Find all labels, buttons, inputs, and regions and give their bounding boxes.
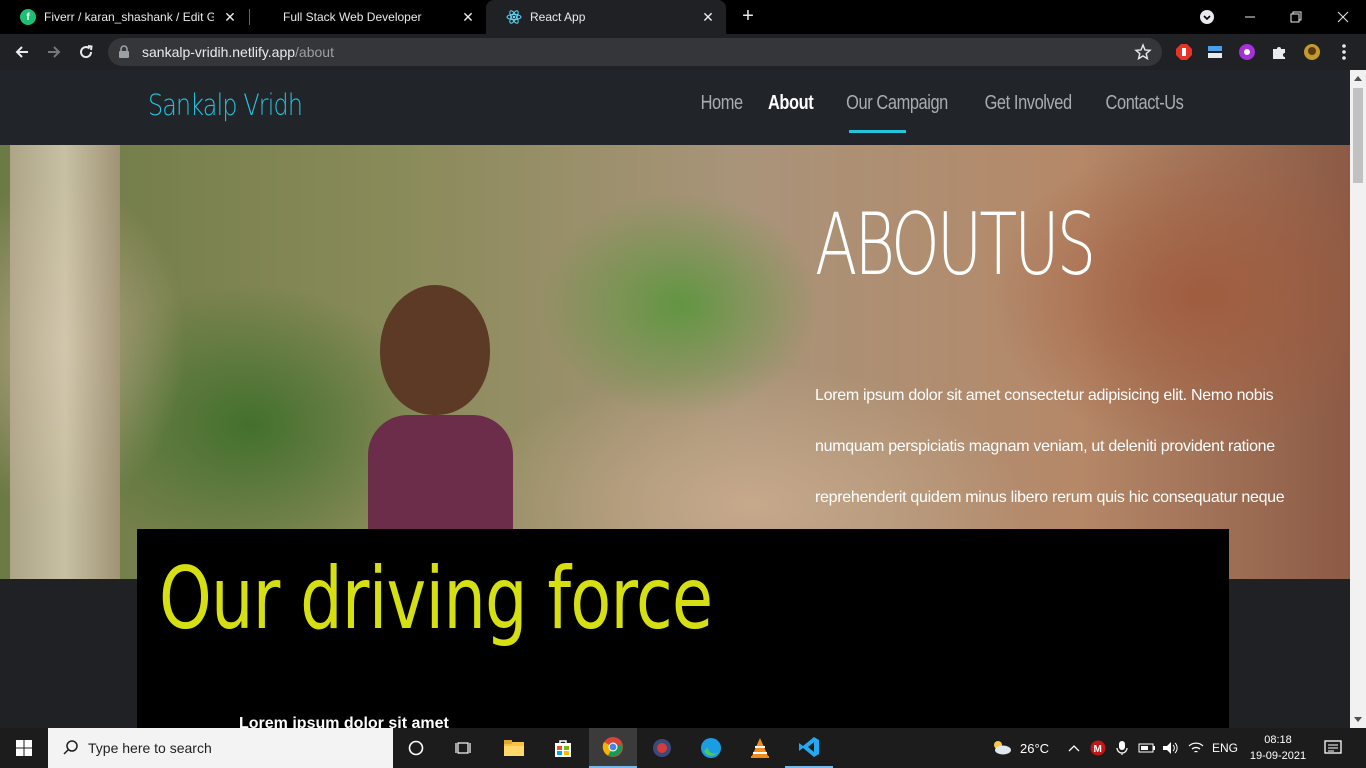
search-placeholder: Type here to search [88, 740, 212, 756]
windows-taskbar: Type here to search 26°C M ENG 08:18 19-… [0, 728, 1366, 768]
tab-title: React App [530, 10, 586, 24]
back-icon[interactable] [10, 40, 34, 64]
tab-title: Fiverr / karan_shashank / Edit Gig [44, 10, 214, 24]
driving-force-section: Our driving force Lorem ipsum dolor sit … [137, 529, 1229, 728]
cloud-sun-icon [990, 739, 1012, 758]
extension-icon-blue[interactable] [1205, 42, 1225, 62]
tab-search-icon[interactable] [1184, 0, 1230, 34]
section-title: Our driving force [159, 549, 713, 649]
site-navbar: Sankalp Vridh Home About Our Campaign Ge… [0, 70, 1350, 145]
windows-start-icon[interactable] [0, 728, 48, 768]
tab-react-app[interactable]: React App ✕ [486, 0, 726, 34]
language-text: ENG [1212, 741, 1239, 755]
reload-icon[interactable] [74, 40, 98, 64]
search-icon [62, 739, 80, 762]
close-icon[interactable]: ✕ [700, 9, 716, 25]
wifi-icon[interactable] [1188, 728, 1204, 768]
nav-contact-us[interactable]: Contact-Us [1106, 92, 1184, 115]
browser-toolbar: sankalp-vridih.netlify.app/about [0, 34, 1366, 70]
tab-strip: f Fiverr / karan_shashank / Edit Gig ✕ F… [0, 0, 1366, 34]
site-brand[interactable]: Sankalp Vridh [148, 88, 303, 122]
task-view-icon[interactable] [440, 728, 488, 768]
cortana-icon[interactable] [392, 728, 440, 768]
url-text: sankalp-vridih.netlify.app/about [142, 44, 334, 60]
minimize-icon[interactable] [1227, 0, 1273, 34]
tab-fullstack[interactable]: Full Stack Web Developer ✕ [250, 0, 486, 34]
svg-text:M: M [1094, 744, 1102, 755]
clock-date: 19-09-2021 [1249, 750, 1307, 762]
url-path: /about [295, 44, 334, 60]
clock-time: 08:18 [1264, 734, 1292, 746]
profile-avatar-icon[interactable] [1302, 42, 1322, 62]
hero-title: ABOUTUS [815, 195, 1096, 295]
hero-photo-pole [10, 145, 120, 579]
system-clock[interactable]: 08:18 19-09-2021 [1248, 732, 1308, 764]
microsoft-store-icon[interactable] [539, 728, 587, 768]
close-icon[interactable]: ✕ [222, 9, 238, 25]
edge-icon[interactable] [687, 728, 735, 768]
microphone-icon[interactable] [1116, 728, 1128, 768]
section-subtitle: Lorem ipsum dolor sit amet [239, 715, 449, 728]
mcafee-icon[interactable]: M [1090, 728, 1106, 768]
vlc-icon[interactable] [736, 728, 784, 768]
app-globe-icon[interactable] [638, 728, 686, 768]
weather-temp: 26°C [1020, 740, 1050, 756]
vscode-icon[interactable] [785, 728, 833, 768]
url-host: sankalp-vridih.netlify.app [142, 44, 296, 60]
page-scrollbar[interactable] [1350, 70, 1366, 728]
notifications-icon[interactable] [1324, 728, 1342, 768]
nav-links: Home About Our Campaign Get Involved Con… [680, 92, 1192, 115]
lock-icon[interactable] [118, 45, 130, 64]
file-explorer-icon[interactable] [490, 728, 538, 768]
address-bar[interactable]: sankalp-vridih.netlify.app/about [108, 38, 1162, 66]
nav-our-campaign[interactable]: Our Campaign [846, 92, 948, 115]
scroll-thumb[interactable] [1353, 88, 1363, 183]
chrome-taskbar-icon[interactable] [589, 728, 637, 768]
nav-about[interactable]: About [768, 92, 814, 115]
adblock-extension-icon[interactable] [1174, 42, 1194, 62]
weather-widget[interactable]: 26°C [990, 728, 1049, 768]
extension-icon-purple[interactable] [1237, 42, 1257, 62]
scroll-up-icon[interactable] [1354, 76, 1362, 81]
close-icon[interactable]: ✕ [460, 9, 476, 25]
language-indicator[interactable]: ENG [1212, 728, 1238, 768]
forward-icon[interactable] [42, 40, 66, 64]
hero-photo-child-head [380, 285, 490, 415]
nav-get-involved[interactable]: Get Involved [984, 92, 1072, 115]
web-page: Sankalp Vridh Home About Our Campaign Ge… [0, 70, 1350, 728]
hero-section: ABOUTUS Lorem ipsum dolor sit amet conse… [0, 145, 1350, 579]
react-icon [506, 9, 522, 25]
new-tab-icon[interactable]: + [738, 6, 758, 26]
bookmark-star-icon[interactable] [1134, 43, 1152, 66]
battery-icon[interactable] [1138, 728, 1156, 768]
chrome-menu-icon[interactable] [1334, 42, 1354, 62]
tab-fiverr[interactable]: f Fiverr / karan_shashank / Edit Gig ✕ [0, 0, 248, 34]
scroll-down-icon[interactable] [1354, 717, 1362, 722]
puzzle-extensions-icon[interactable] [1269, 42, 1289, 62]
tab-title: Full Stack Web Developer [283, 10, 422, 24]
taskbar-search-box[interactable]: Type here to search [48, 728, 393, 768]
active-nav-underline [849, 130, 906, 133]
close-window-icon[interactable] [1320, 0, 1366, 34]
restore-icon[interactable] [1273, 0, 1319, 34]
tray-chevron-icon[interactable] [1068, 728, 1080, 768]
volume-icon[interactable] [1162, 728, 1180, 768]
fiverr-icon: f [20, 9, 36, 25]
nav-home[interactable]: Home [701, 92, 744, 115]
